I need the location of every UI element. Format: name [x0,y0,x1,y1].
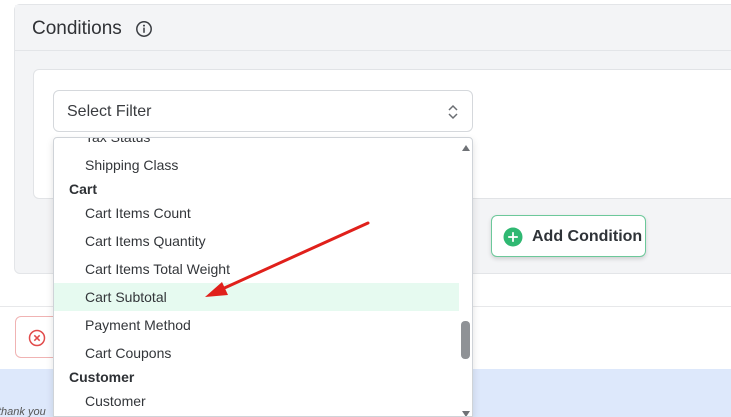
scroll-up-arrow-icon[interactable] [461,144,471,152]
option-customer[interactable]: Customer [54,387,459,415]
filter-select-value: Select Filter [67,103,152,120]
filter-select[interactable]: Select Filter [53,90,473,132]
banner-text: thank you [0,406,46,417]
option-shipping-class[interactable]: Shipping Class [54,151,459,179]
filter-dropdown-list[interactable]: Tax Status Shipping Class Cart Cart Item… [53,137,473,417]
add-condition-label: Add Condition [532,228,643,245]
option-cart-items-count[interactable]: Cart Items Count [54,199,459,227]
option-tax-status[interactable]: Tax Status [54,138,459,151]
scroll-down-arrow-icon[interactable] [461,410,471,417]
page-title: Conditions [32,18,122,39]
group-customer: Customer [69,369,135,385]
scrollbar-thumb[interactable] [461,321,470,359]
option-cart-items-quantity[interactable]: Cart Items Quantity [54,227,459,255]
info-icon[interactable] [135,20,153,38]
close-circle-icon [28,329,46,347]
option-cart-coupons[interactable]: Cart Coupons [54,339,459,367]
chevron-up-down-icon [448,104,458,120]
plus-circle-icon [503,227,523,247]
page: Conditions Select Filter Add Condition t… [0,0,731,417]
option-payment-method[interactable]: Payment Method [54,311,459,339]
option-cart-subtotal[interactable]: Cart Subtotal [54,283,459,311]
group-cart: Cart [69,181,98,197]
panel-header: Conditions [15,5,731,51]
add-condition-button[interactable]: Add Condition [491,215,646,257]
option-cart-items-total-weight[interactable]: Cart Items Total Weight [54,255,459,283]
